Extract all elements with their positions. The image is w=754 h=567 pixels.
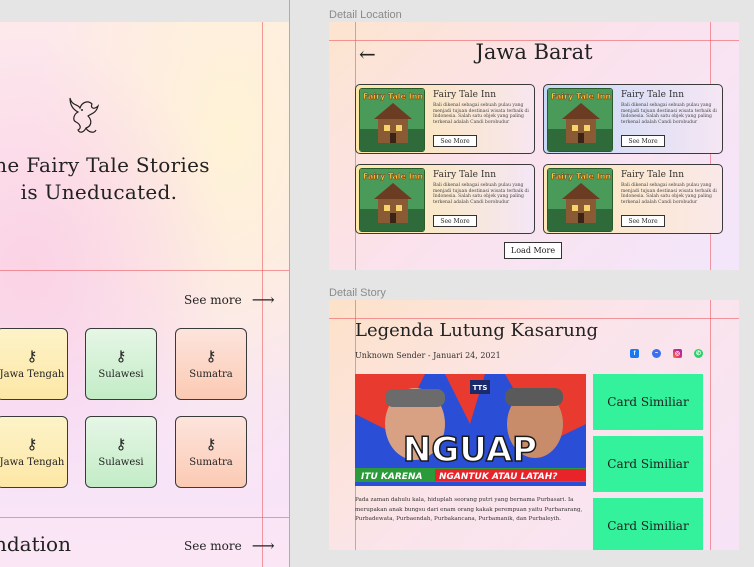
key-icon: ⚷ <box>26 346 38 365</box>
messenger-icon[interactable]: ~ <box>652 349 661 358</box>
svg-text:Fairy Tale Inn: Fairy Tale Inn <box>363 172 424 181</box>
story-body: Pada zaman dahulu kala, hiduplah seorang… <box>355 497 583 522</box>
similar-card[interactable]: Card Similiar <box>593 436 703 492</box>
tile-label: Sumatra <box>189 368 233 380</box>
see-more-link[interactable]: See more ⟶ <box>184 536 275 555</box>
key-icon: ⚷ <box>205 346 217 365</box>
inn-illustration: Fairy Tale Inn <box>548 169 612 231</box>
inn-illustration: Fairy Tale Inn <box>360 169 424 231</box>
card-title: Fairy Tale Inn <box>433 170 497 180</box>
svg-text:NGANTUK ATAU LATAH?: NGANTUK ATAU LATAH? <box>439 472 558 482</box>
story-meta: Unknown Sender - Januari 24, 2021 <box>355 351 501 360</box>
svg-text:Fairy Tale Inn: Fairy Tale Inn <box>551 172 612 181</box>
layout-guide <box>710 300 711 550</box>
card-thumbnail: Fairy Tale Inn <box>547 88 613 152</box>
region-tile-sumatra[interactable]: ⚷ Sumatra <box>175 416 247 488</box>
svg-text:ITU KARENA: ITU KARENA <box>361 472 422 482</box>
detail-location-frame: ← Jawa Barat Fairy Tale Inn Fairy Tale I… <box>329 22 739 270</box>
see-more-label: See more <box>184 292 242 307</box>
tile-label: Sumatra <box>189 456 233 468</box>
location-card[interactable]: Fairy Tale Inn Fairy Tale Inn Bali diken… <box>543 84 723 154</box>
card-thumbnail: Fairy Tale Inn <box>359 88 425 152</box>
home-frame: me Fairy Tale Stories is Uneducated. See… <box>0 22 289 567</box>
section-title: ndation <box>0 532 71 556</box>
hero-title: me Fairy Tale Stories is Uneducated. <box>0 152 214 206</box>
arrow-right-icon: ⟶ <box>251 290 275 309</box>
tile-label: Sulawesi <box>98 368 144 380</box>
inn-illustration: Fairy Tale Inn <box>360 89 424 151</box>
sender-label: Unknown Sender - <box>355 351 431 360</box>
whatsapp-icon[interactable]: ✆ <box>694 349 703 358</box>
load-more-button[interactable]: Load More <box>504 242 562 259</box>
region-tile-jawa-tengah[interactable]: ⚷ Jawa Tengah <box>0 328 68 400</box>
layout-guide <box>329 318 739 319</box>
tile-label: Jawa Tengah <box>0 456 65 468</box>
detail-story-frame: Legenda Lutung Kasarung Unknown Sender -… <box>329 300 739 550</box>
see-more-button[interactable]: See More <box>621 135 665 147</box>
card-description: Bali dikenal sebagai sebuah pulau yang m… <box>433 183 529 205</box>
card-title: Fairy Tale Inn <box>621 170 685 180</box>
card-title: Fairy Tale Inn <box>433 90 497 100</box>
region-tile-sulawesi[interactable]: ⚷ Sulawesi <box>85 328 157 400</box>
card-title: Fairy Tale Inn <box>621 90 685 100</box>
see-more-button[interactable]: See More <box>621 215 665 227</box>
arrow-right-icon: ⟶ <box>251 536 275 555</box>
frame-label: Detail Story <box>329 287 386 299</box>
story-thumbnail-illustration: TTS NGUAP ITU KARENA NGANTUK ATAU LATAH? <box>355 374 586 486</box>
location-card[interactable]: Fairy Tale Inn Fairy Tale Inn Bali diken… <box>543 164 723 234</box>
layout-guide <box>289 0 290 567</box>
card-description: Bali dikenal sebagai sebuah pulau yang m… <box>433 103 529 125</box>
tile-label: Sulawesi <box>98 456 144 468</box>
layout-guide <box>0 517 289 518</box>
card-description: Bali dikenal sebagai sebuah pulau yang m… <box>621 183 717 205</box>
hero-title-line: me Fairy Tale Stories <box>0 153 210 177</box>
region-tile-jawa-tengah[interactable]: ⚷ Jawa Tengah <box>0 416 68 488</box>
location-card[interactable]: Fairy Tale Inn Fairy Tale Inn Bali diken… <box>355 164 535 234</box>
facebook-icon[interactable]: f <box>630 349 639 358</box>
region-tile-sulawesi[interactable]: ⚷ Sulawesi <box>85 416 157 488</box>
svg-text:TTS: TTS <box>473 384 488 392</box>
see-more-label: See more <box>184 538 242 553</box>
dragon-icon <box>69 97 100 133</box>
inn-illustration: Fairy Tale Inn <box>548 89 612 151</box>
date-label: Januari 24, 2021 <box>433 351 501 360</box>
region-tile-sumatra[interactable]: ⚷ Sumatra <box>175 328 247 400</box>
svg-text:NGUAP: NGUAP <box>403 430 537 470</box>
frame-label: Detail Location <box>329 9 402 21</box>
svg-text:Fairy Tale Inn: Fairy Tale Inn <box>551 92 612 101</box>
similar-card[interactable]: Card Similiar <box>593 374 703 430</box>
instagram-icon[interactable]: ◎ <box>673 349 682 358</box>
key-icon: ⚷ <box>205 434 217 453</box>
key-icon: ⚷ <box>26 434 38 453</box>
svg-text:Fairy Tale Inn: Fairy Tale Inn <box>363 92 424 101</box>
key-icon: ⚷ <box>115 346 127 365</box>
card-description: Bali dikenal sebagai sebuah pulau yang m… <box>621 103 717 125</box>
hero-title-line: is Uneducated. <box>20 180 178 204</box>
page-title: Jawa Barat <box>475 40 593 64</box>
see-more-button[interactable]: See More <box>433 135 477 147</box>
story-title: Legenda Lutung Kasarung <box>355 320 599 341</box>
card-thumbnail: Fairy Tale Inn <box>359 168 425 232</box>
story-image: TTS NGUAP ITU KARENA NGANTUK ATAU LATAH? <box>355 374 586 486</box>
key-icon: ⚷ <box>115 434 127 453</box>
layout-guide <box>0 270 289 271</box>
see-more-link[interactable]: See more ⟶ <box>184 290 275 309</box>
location-card[interactable]: Fairy Tale Inn Fairy Tale Inn Bali diken… <box>355 84 535 154</box>
similar-card[interactable]: Card Similiar <box>593 498 703 550</box>
see-more-button[interactable]: See More <box>433 215 477 227</box>
tile-label: Jawa Tengah <box>0 368 65 380</box>
card-thumbnail: Fairy Tale Inn <box>547 168 613 232</box>
